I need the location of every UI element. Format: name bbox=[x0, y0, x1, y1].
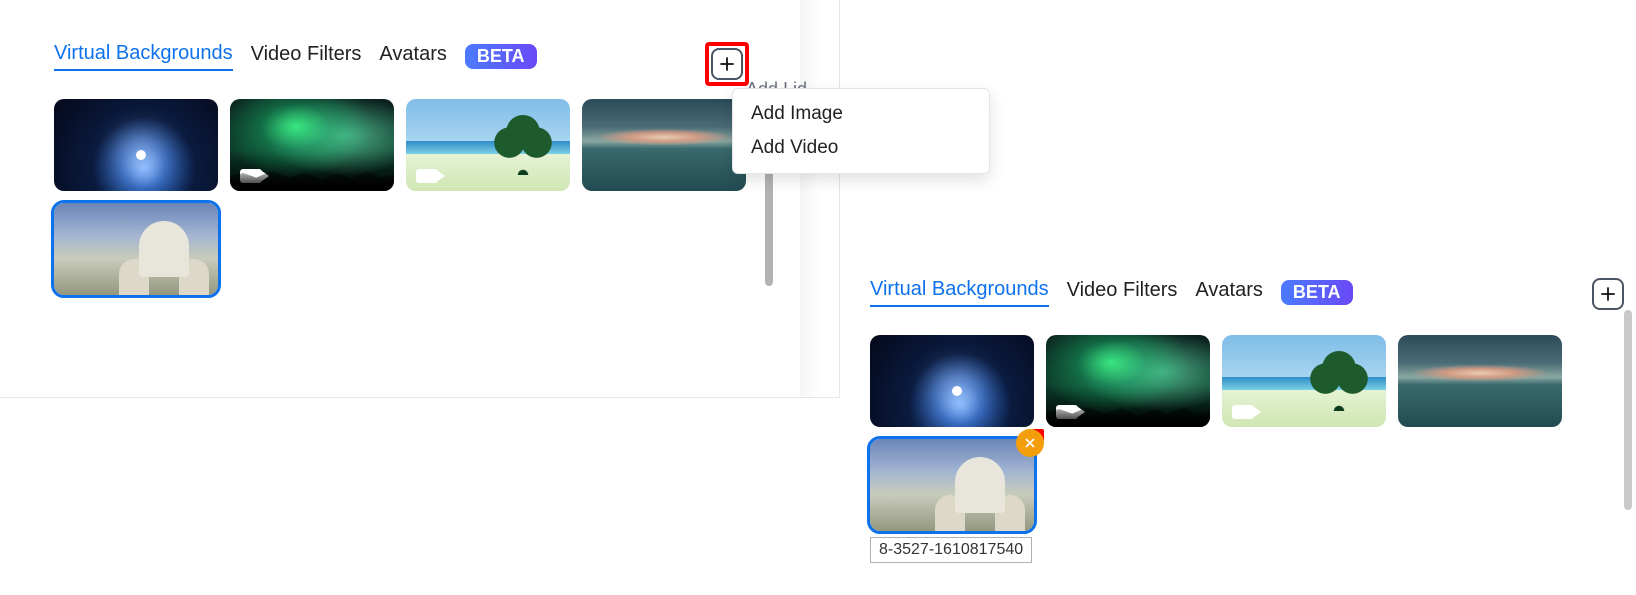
settings-panel-right: Virtual Backgrounds Video Filters Avatar… bbox=[856, 236, 1636, 595]
add-background-button[interactable] bbox=[1592, 278, 1624, 310]
plus-icon bbox=[718, 55, 736, 73]
tab-virtual-backgrounds[interactable]: Virtual Backgrounds bbox=[54, 42, 233, 71]
background-thumbnails bbox=[54, 99, 785, 295]
menu-add-image[interactable]: Add Image bbox=[733, 97, 989, 131]
menu-add-video[interactable]: Add Video bbox=[733, 131, 989, 165]
background-thumb-ocean-sunset[interactable] bbox=[1398, 335, 1562, 427]
background-thumb-beach[interactable] bbox=[406, 99, 570, 191]
background-thumb-capitol[interactable] bbox=[870, 439, 1034, 531]
background-thumbnails: 8-3527-1610817540 bbox=[870, 335, 1622, 563]
tabs-bar: Virtual Backgrounds Video Filters Avatar… bbox=[870, 278, 1622, 307]
video-icon bbox=[1232, 405, 1254, 419]
background-thumb-ocean-sunset[interactable] bbox=[582, 99, 746, 191]
background-thumb-aurora[interactable] bbox=[230, 99, 394, 191]
page-scrollbar-thumb[interactable] bbox=[1624, 310, 1632, 510]
add-dropdown-menu: Add Image Add Video bbox=[732, 88, 990, 174]
background-thumb-capitol[interactable] bbox=[54, 203, 218, 295]
background-thumb-aurora[interactable] bbox=[1046, 335, 1210, 427]
add-background-button[interactable] bbox=[711, 48, 743, 80]
tab-video-filters[interactable]: Video Filters bbox=[251, 43, 362, 70]
page-scrollbar[interactable] bbox=[1624, 310, 1632, 570]
annotation-highlight bbox=[705, 42, 749, 86]
video-icon bbox=[240, 169, 262, 183]
close-icon bbox=[1023, 436, 1037, 450]
background-thumb-earth[interactable] bbox=[54, 99, 218, 191]
tab-avatars[interactable]: Avatars bbox=[379, 43, 446, 70]
video-icon bbox=[416, 169, 438, 183]
background-thumb-beach[interactable] bbox=[1222, 335, 1386, 427]
video-icon bbox=[1056, 405, 1078, 419]
beta-badge: BETA bbox=[465, 44, 537, 69]
tab-virtual-backgrounds[interactable]: Virtual Backgrounds bbox=[870, 278, 1049, 307]
tabs-bar: Virtual Backgrounds Video Filters Avatar… bbox=[54, 42, 785, 71]
beta-badge: BETA bbox=[1281, 280, 1353, 305]
background-filename-tooltip: 8-3527-1610817540 bbox=[870, 537, 1032, 563]
settings-panel-left: Virtual Backgrounds Video Filters Avatar… bbox=[0, 0, 840, 398]
background-thumb-earth[interactable] bbox=[870, 335, 1034, 427]
annotation-highlight bbox=[1032, 429, 1044, 441]
add-button-area bbox=[705, 42, 749, 86]
add-button-area bbox=[1592, 278, 1624, 310]
delete-background-button[interactable] bbox=[1016, 429, 1044, 457]
tab-avatars[interactable]: Avatars bbox=[1195, 279, 1262, 306]
plus-icon bbox=[1599, 285, 1617, 303]
tab-video-filters[interactable]: Video Filters bbox=[1067, 279, 1178, 306]
